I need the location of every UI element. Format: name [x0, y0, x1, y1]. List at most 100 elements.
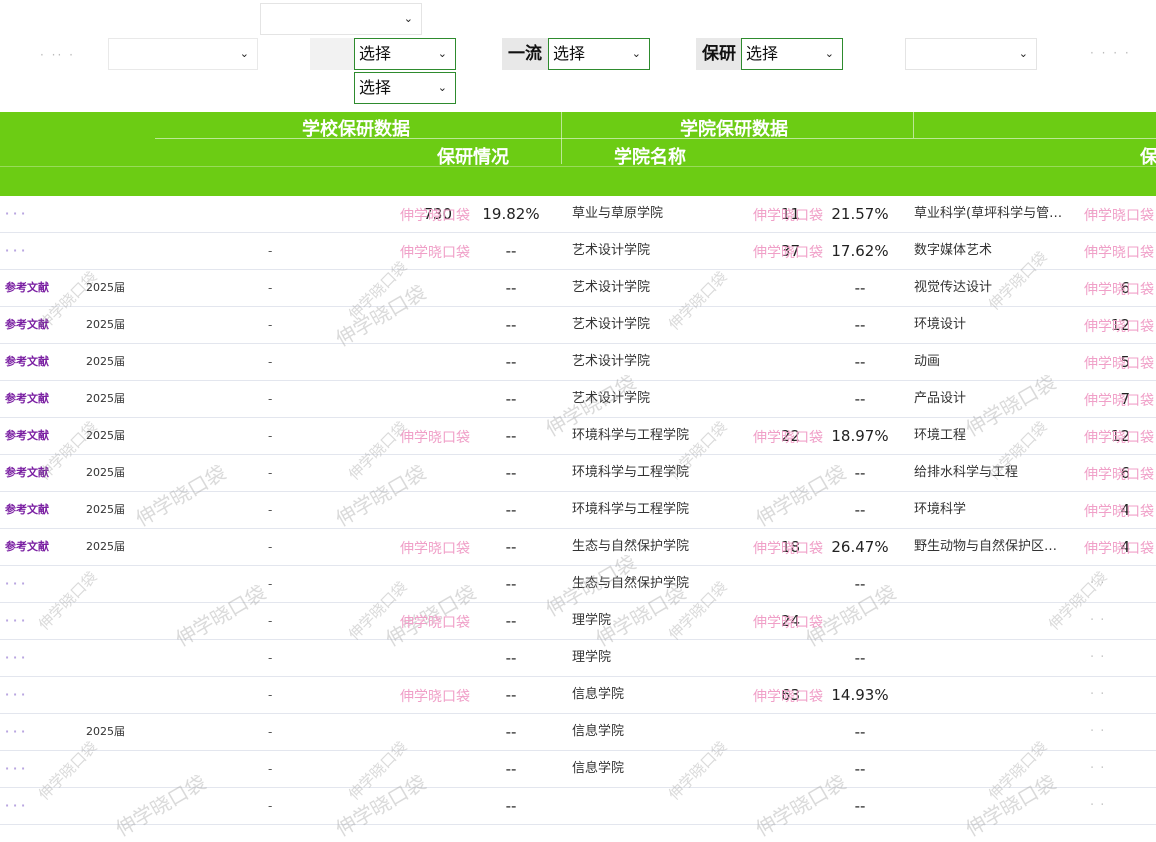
blurred-reference-link: · · ·: [5, 688, 26, 701]
table-row: 2025届 - -- 信息学院 -- · · · · ·: [0, 714, 1156, 751]
top-filter-select[interactable]: ⌄: [260, 3, 422, 35]
reference-link[interactable]: 参考文献: [5, 492, 75, 528]
college-baoyan-count: 37: [780, 242, 800, 260]
chevron-down-icon: ⌄: [631, 47, 641, 60]
table-row: - -- 理学院 24 · · · · ·: [0, 603, 1156, 640]
college-baoyan-rate: --: [854, 797, 866, 815]
school-baoyan-count: [400, 233, 452, 269]
school-baoyan-count: [400, 566, 452, 602]
major-name: 视觉传达设计: [914, 280, 993, 295]
baoyan-select[interactable]: 选择 ⌄: [741, 38, 843, 70]
reference-link[interactable]: 参考文献: [5, 418, 75, 454]
school-baoyan-count: [400, 788, 452, 824]
school-baoyan-count: [400, 714, 452, 750]
reference-link[interactable]: 参考文献: [5, 381, 75, 417]
college-baoyan-rate: --: [854, 723, 866, 741]
blurred-reference-link: · · ·: [5, 651, 26, 664]
college-baoyan-rate: --: [854, 649, 866, 667]
major-baoyan-count: 5: [1120, 353, 1130, 371]
school-baoyan-rate: --: [505, 686, 517, 704]
school-baoyan-rate: --: [505, 538, 517, 556]
school-baoyan-count: [400, 270, 452, 306]
college-name: 环境科学与工程学院: [572, 428, 690, 443]
placeholder-dash: -: [268, 503, 273, 517]
subcategory-select[interactable]: 选择 ⌄: [354, 72, 456, 104]
table-row: - -- 艺术设计学院 37 17.62% 数字媒体艺术 · · · · ·: [0, 233, 1156, 270]
reference-link[interactable]: 参考文献: [5, 307, 75, 343]
reference-link[interactable]: 参考文献: [5, 270, 75, 306]
major-name: [914, 714, 1070, 750]
major-name: [914, 603, 1070, 639]
college-name: 艺术设计学院: [572, 243, 651, 258]
school-baoyan-rate: --: [505, 649, 517, 667]
table-row: - -- -- · · · · ·: [0, 788, 1156, 825]
graduation-year: [86, 640, 136, 676]
school-baoyan-rate: --: [505, 575, 517, 593]
major-baoyan-count: 4: [1120, 538, 1130, 556]
table-row: 参考文献 2025届 - -- 艺术设计学院 -- 动画 5: [0, 344, 1156, 381]
blurred-count: · ·: [1090, 206, 1106, 221]
category-select[interactable]: 选择 ⌄: [354, 38, 456, 70]
table-row: - -- 信息学院 -- · · · · ·: [0, 751, 1156, 788]
major-baoyan-count: 4: [1120, 501, 1130, 519]
college-baoyan-count: [740, 270, 800, 306]
college-name: 环境科学与工程学院: [572, 502, 690, 517]
blurred-reference-link: · · ·: [5, 762, 26, 775]
chevron-down-icon: ⌄: [1018, 47, 1028, 60]
major-name: 产品设计: [914, 391, 967, 406]
college-name: 生态与自然保护学院: [572, 539, 690, 554]
blurred-filter-select-1[interactable]: ⌄: [108, 38, 258, 70]
major-name: [914, 788, 1070, 824]
placeholder-dash: [268, 196, 288, 232]
school-baoyan-count: [400, 603, 452, 639]
table-row: 参考文献 2025届 - -- 艺术设计学院 -- 环境设计 12: [0, 307, 1156, 344]
college-name: 艺术设计学院: [572, 317, 651, 332]
college-baoyan-rate: --: [854, 464, 866, 482]
table-row: 730 19.82% 草业与草原学院 11 21.57% 草业科学(草坪科学与管… · · …: [0, 196, 1156, 233]
college-baoyan-count: 63: [780, 686, 800, 704]
major-name: [914, 751, 1070, 787]
blurred-filter-select-2[interactable]: ⌄: [905, 38, 1037, 70]
school-baoyan-rate: --: [505, 501, 517, 519]
placeholder-dash: -: [268, 355, 273, 369]
college-baoyan-rate: 14.93%: [831, 686, 889, 704]
reference-link[interactable]: 参考文献: [5, 455, 75, 491]
table-row: - -- 信息学院 63 14.93% · · · · ·: [0, 677, 1156, 714]
college-name: 信息学院: [572, 761, 625, 776]
college-baoyan-count: [740, 714, 800, 750]
blurred-reference-link: · · ·: [5, 244, 26, 257]
blurred-reference-link: · · ·: [5, 207, 26, 220]
blurred-count: · ·: [1090, 613, 1106, 628]
college-baoyan-count: [740, 751, 800, 787]
school-baoyan-count: [400, 751, 452, 787]
graduation-year: 2025届: [86, 725, 125, 738]
chevron-down-icon: ⌄: [437, 47, 447, 60]
blurred-filter-label: · ·· ·: [40, 48, 75, 62]
filter-bar: ⌄ · ·· · ⌄ 选择 ⌄ 选择 ⌄ 一流 选择 ⌄ 保研 选择 ⌄ ⌄ ·…: [0, 0, 1156, 110]
reference-link[interactable]: 参考文献: [5, 344, 75, 380]
major-name: 给排水科学与工程: [914, 465, 1019, 480]
first-class-label: 一流: [502, 38, 548, 70]
college-baoyan-rate: --: [854, 760, 866, 778]
placeholder-dash: -: [268, 651, 273, 665]
graduation-year: 2025届: [86, 392, 125, 405]
major-name: 动画: [914, 354, 941, 369]
college-baoyan-count: 24: [780, 612, 800, 630]
college-baoyan-count: 22: [780, 427, 800, 445]
major-baoyan-count: 12: [1110, 316, 1130, 334]
placeholder-dash: -: [268, 466, 273, 480]
graduation-year: 2025届: [86, 503, 125, 516]
college-name: 信息学院: [572, 687, 625, 702]
blurred-reference-link: · · ·: [5, 577, 26, 590]
placeholder-dash: -: [268, 688, 273, 702]
reference-link[interactable]: 参考文献: [5, 529, 75, 565]
table-row: 参考文献 2025届 - -- 环境科学与工程学院 -- 给排水科学与工程 6: [0, 455, 1156, 492]
blurred-filter-label-right: · · · ·: [1090, 46, 1131, 60]
chevron-down-icon: ⌄: [437, 81, 447, 94]
baoyan-label: 保研: [696, 38, 742, 70]
first-class-select[interactable]: 选择 ⌄: [548, 38, 650, 70]
school-baoyan-count: [400, 418, 452, 454]
school-baoyan-count: [400, 529, 452, 565]
placeholder-dash: -: [268, 577, 273, 591]
college-name: 环境科学与工程学院: [572, 465, 690, 480]
